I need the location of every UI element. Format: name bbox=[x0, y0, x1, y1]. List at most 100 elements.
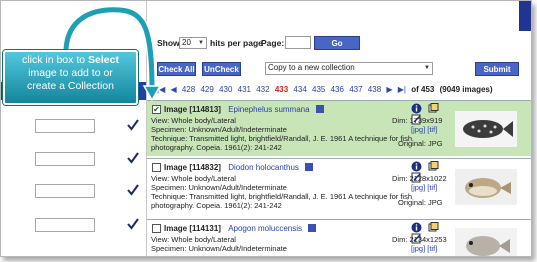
pagination: |◀ ◀ 428 429 430 431 432 433 434 435 436… bbox=[157, 85, 527, 97]
check-all-button[interactable]: Check All bbox=[157, 62, 196, 76]
collection-add-icon[interactable] bbox=[428, 161, 439, 172]
info-icon[interactable] bbox=[411, 161, 422, 172]
image-id: [114832] bbox=[189, 163, 221, 172]
result-title: Image [114813] Epinephelus summana bbox=[164, 105, 324, 114]
original-format-text: Original: JPG bbox=[398, 198, 443, 207]
select-checkbox[interactable] bbox=[152, 163, 161, 172]
row-actions bbox=[411, 222, 455, 244]
submit-button[interactable]: Submit bbox=[475, 62, 519, 76]
grid-icon bbox=[305, 163, 314, 171]
view-text: View: Whole body/Lateral bbox=[151, 174, 236, 183]
go-button[interactable]: Go bbox=[314, 36, 360, 50]
info-icon[interactable] bbox=[411, 222, 422, 233]
hits-per-page-value: 20 bbox=[182, 38, 191, 47]
download-links[interactable]: [jpg] [tif] bbox=[411, 125, 437, 134]
checkmark-icon bbox=[127, 152, 139, 164]
collection-action-select[interactable]: Copy to a new collection ▼ bbox=[265, 62, 433, 75]
first-page-icon[interactable]: |◀ bbox=[157, 85, 165, 94]
callout-line-3: create a Collection bbox=[27, 80, 114, 92]
result-title: Image [114832] Diodon holocanthus bbox=[164, 163, 314, 172]
page-link[interactable]: 438 bbox=[368, 85, 381, 94]
view-text: View: Whole body/Lateral bbox=[151, 235, 236, 244]
download-links[interactable]: [jpg] [tif] bbox=[411, 183, 437, 192]
collection-add-icon[interactable] bbox=[428, 222, 439, 233]
result-row: Image [114832] Diodon holocanthus View: … bbox=[147, 158, 531, 217]
hits-per-page-label: hits per page bbox=[210, 38, 263, 48]
page-link[interactable]: 434 bbox=[293, 85, 306, 94]
page-link[interactable]: 437 bbox=[349, 85, 362, 94]
browser-frame: Show: 20 ▼ hits per page Page: Go Check … bbox=[0, 0, 532, 257]
grid-icon bbox=[308, 224, 317, 232]
next-page-icon[interactable]: ▶ bbox=[386, 85, 392, 94]
callout-line-1: click in box to bbox=[22, 54, 88, 66]
technique-text: photography. Copeia. 1961(2): 241-242 bbox=[151, 143, 282, 152]
checkmark-icon bbox=[127, 184, 139, 196]
specimen-text: Specimen: Unknown/Adult/Indeterminate bbox=[151, 244, 287, 253]
left-filter-panel bbox=[1, 1, 146, 256]
fish-thumbnail[interactable] bbox=[455, 228, 517, 256]
info-icon[interactable] bbox=[411, 103, 422, 114]
species-link[interactable]: Diodon holocanthus bbox=[228, 163, 299, 172]
filter-row bbox=[1, 218, 146, 238]
fish-thumbnail[interactable] bbox=[455, 111, 517, 147]
page-link[interactable]: 431 bbox=[238, 85, 251, 94]
page-count: of 453 bbox=[411, 85, 435, 94]
select-checkbox[interactable] bbox=[152, 224, 161, 233]
result-title: Image [114131] Apogon moluccensis bbox=[164, 224, 317, 233]
uncheck-button[interactable]: UnCheck bbox=[202, 62, 241, 76]
callout-select-word: Select bbox=[88, 54, 119, 66]
row-actions bbox=[411, 103, 455, 125]
image-label: Image bbox=[164, 163, 188, 172]
callout-line-2: image to add to or bbox=[28, 67, 113, 79]
image-count: (9049 images) bbox=[439, 85, 493, 94]
page-label: Page: bbox=[261, 38, 285, 48]
grid-icon bbox=[315, 105, 324, 113]
collection-action-value: Copy to a new collection bbox=[268, 63, 355, 72]
image-label: Image bbox=[164, 105, 188, 114]
page-link[interactable]: 432 bbox=[256, 85, 269, 94]
species-link[interactable]: Epinephelus summana bbox=[228, 105, 309, 114]
previous-page-icon[interactable]: ◀ bbox=[170, 85, 176, 94]
page-link[interactable]: 429 bbox=[200, 85, 213, 94]
dimensions-text: Dim: 2128x1022 bbox=[392, 174, 447, 183]
species-link[interactable]: Apogon moluccensis bbox=[228, 224, 302, 233]
image-id: [114131] bbox=[189, 224, 221, 233]
filter-row bbox=[1, 119, 146, 139]
chevron-down-icon: ▼ bbox=[424, 65, 430, 71]
technique-text: Technique: Transmitted light, brightfiel… bbox=[151, 134, 412, 143]
page-link[interactable]: 435 bbox=[312, 85, 325, 94]
chevron-down-icon: ▼ bbox=[198, 40, 204, 46]
result-row: Image [114131] Apogon moluccensis View: … bbox=[147, 219, 531, 256]
filter-input[interactable] bbox=[35, 119, 95, 133]
last-page-icon[interactable]: ▶| bbox=[398, 85, 406, 94]
fish-thumbnail[interactable] bbox=[455, 169, 517, 205]
current-page: 433 bbox=[274, 85, 289, 94]
hits-per-page-select[interactable]: 20 ▼ bbox=[179, 37, 207, 49]
image-id: [114813] bbox=[189, 105, 221, 114]
page-link[interactable]: 428 bbox=[182, 85, 195, 94]
header-accent-strip bbox=[519, 1, 531, 31]
dimensions-text: Dim: 2134x1253 bbox=[392, 235, 447, 244]
page-link[interactable]: 436 bbox=[331, 85, 344, 94]
specimen-text: Specimen: Unknown/Adult/Indeterminate bbox=[151, 125, 287, 134]
specimen-text: Specimen: Unknown/Adult/Indeterminate bbox=[151, 183, 287, 192]
filter-input[interactable] bbox=[35, 184, 95, 198]
technique-text: Technique: Transmitted light, brightfiel… bbox=[151, 192, 412, 201]
result-row: ✔ Image [114813] Epinephelus summana Vie… bbox=[147, 100, 531, 156]
original-format-text: Original: JPG bbox=[398, 139, 443, 148]
dimensions-text: Dim: 1739x919 bbox=[392, 116, 443, 125]
page-link[interactable]: 430 bbox=[219, 85, 232, 94]
filter-row bbox=[1, 152, 146, 172]
view-text: View: Whole body/Lateral bbox=[151, 116, 236, 125]
checkmark-icon bbox=[127, 218, 139, 230]
filter-input[interactable] bbox=[35, 218, 95, 232]
collection-add-icon[interactable] bbox=[428, 103, 439, 114]
filter-input[interactable] bbox=[35, 152, 95, 166]
results-panel: Show: 20 ▼ hits per page Page: Go Check … bbox=[146, 1, 531, 256]
page-number-input[interactable] bbox=[285, 36, 311, 49]
download-links[interactable]: [jpg] [tif] bbox=[411, 244, 437, 253]
checkmark-icon bbox=[127, 119, 139, 131]
row-actions bbox=[411, 161, 455, 183]
filter-row bbox=[1, 184, 146, 204]
select-checkbox[interactable]: ✔ bbox=[152, 105, 161, 114]
